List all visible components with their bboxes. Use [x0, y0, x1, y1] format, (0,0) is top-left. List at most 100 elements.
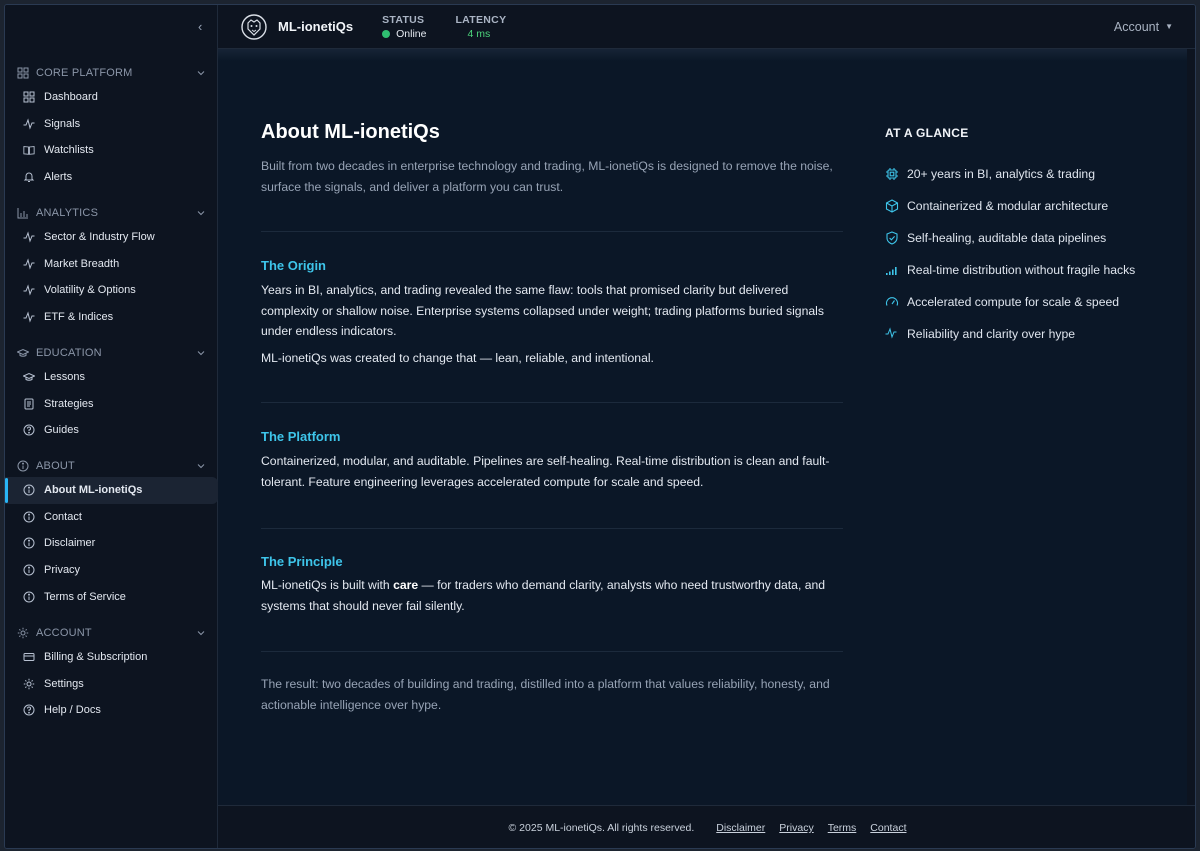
sidebar-item-signals[interactable]: Signals: [5, 111, 218, 138]
sidebar-item-disclaimer[interactable]: Disclaimer: [5, 530, 218, 557]
sidebar-item-label: Volatility & Options: [44, 284, 136, 297]
glance-item: Self-healing, auditable data pipelines: [885, 222, 1175, 254]
glance-item-label: Real-time distribution without fragile h…: [907, 263, 1136, 277]
result-text: The result: two decades of building and …: [261, 677, 830, 712]
speedometer-icon: [885, 295, 899, 309]
sidebar-item-sector-industry-flow[interactable]: Sector & Industry Flow: [5, 224, 218, 251]
sidebar-item-volatility-options[interactable]: Volatility & Options: [5, 277, 218, 304]
emphasis-care: care: [393, 578, 419, 592]
footer-link-disclaimer[interactable]: Disclaimer: [716, 822, 765, 834]
grid-icon: [23, 91, 35, 103]
sidebar-item-label: Dashboard: [44, 91, 98, 104]
pulse-icon: [23, 311, 35, 323]
page-title: About ML-ionetiQs: [261, 121, 440, 143]
sidebar-item-billing-subscription[interactable]: Billing & Subscription: [5, 644, 218, 671]
platform-title: The Platform: [261, 429, 341, 444]
sidebar-item-label: Sector & Industry Flow: [44, 231, 155, 244]
section-header-education[interactable]: EDUCATION: [5, 342, 218, 364]
nav-section-core-platform: CORE PLATFORM Dashboard Signals Watchlists A…: [5, 62, 218, 190]
sidebar-item-label: Disclaimer: [44, 537, 96, 550]
question-icon: [23, 704, 35, 716]
sidebar-item-guides[interactable]: Guides: [5, 417, 218, 444]
glance-title: AT A GLANCE: [885, 126, 969, 140]
sidebar-item-label: Alerts: [44, 171, 73, 184]
bar-chart-icon: [17, 207, 29, 219]
sidebar-item-label: Settings: [44, 677, 84, 690]
sidebar-item-watchlists[interactable]: Watchlists: [5, 137, 218, 164]
glance-item-label: Accelerated compute for scale & speed: [907, 295, 1120, 309]
sidebar-item-label: About ML-ionetiQs: [44, 484, 143, 497]
sidebar-item-contact[interactable]: Contact: [5, 504, 218, 531]
sidebar-item-market-breadth[interactable]: Market Breadth: [5, 251, 218, 278]
chevron-down-icon[interactable]: [196, 461, 206, 471]
sidebar-item-settings[interactable]: Settings: [5, 671, 218, 698]
glance-item-label: Self-healing, auditable data pipelines: [907, 231, 1107, 245]
sidebar-item-lessons[interactable]: Lessons: [5, 364, 218, 391]
divider: [261, 231, 843, 232]
card-icon: [23, 651, 35, 663]
section-title: EDUCATION: [36, 347, 102, 359]
sidebar-item-terms-of-service[interactable]: Terms of Service: [5, 583, 218, 610]
question-icon: [23, 424, 35, 436]
section-header-about[interactable]: ABOUT: [5, 455, 218, 477]
info-icon: [17, 460, 29, 472]
chevron-down-icon[interactable]: [196, 208, 206, 218]
latency-indicator: LATENCY 4 ms: [455, 14, 506, 40]
section-title: ACCOUNT: [36, 627, 92, 639]
copyright-text: © 2025 ML-ionetiQs. All rights reserved.: [508, 822, 695, 834]
section-title: ANALYTICS: [36, 207, 99, 219]
pulse-icon: [885, 327, 899, 341]
grid-icon: [17, 67, 29, 79]
footer-link-terms[interactable]: Terms: [828, 822, 857, 834]
account-menu-button[interactable]: Account ▼: [1114, 20, 1173, 34]
main-content: About ML-ionetiQs Built from two decades…: [218, 61, 1195, 805]
sidebar-item-label: Privacy: [44, 564, 81, 577]
nav-section-education: EDUCATION Lessons Strategies Guides: [5, 342, 218, 444]
origin-paragraph-2: ML-ionetiQs was created to change that —…: [261, 350, 654, 365]
section-header-core-platform[interactable]: CORE PLATFORM: [5, 62, 218, 84]
sidebar-item-label: Billing & Subscription: [44, 651, 148, 664]
sidebar-item-label: Signals: [44, 117, 81, 130]
section-title: ABOUT: [36, 460, 75, 472]
pulse-icon: [23, 258, 35, 270]
lion-logo-icon[interactable]: [241, 13, 267, 40]
sidebar-item-label: ETF & Indices: [44, 311, 114, 324]
glance-item: Real-time distribution without fragile h…: [885, 254, 1175, 286]
book-icon: [23, 144, 35, 156]
pulse-icon: [23, 284, 35, 297]
chevron-down-icon[interactable]: [196, 68, 206, 78]
footer-link-contact[interactable]: Contact: [870, 822, 906, 834]
sidebar-item-alerts[interactable]: Alerts: [5, 164, 218, 191]
sidebar-item-strategies[interactable]: Strategies: [5, 391, 218, 418]
status-indicator: STATUS Online: [382, 14, 426, 40]
sidebar-item-privacy[interactable]: Privacy: [5, 557, 218, 584]
info-icon: [23, 591, 35, 603]
chevron-down-icon[interactable]: [196, 628, 206, 638]
sidebar-item-etf-indices[interactable]: ETF & Indices: [5, 304, 218, 331]
footer: © 2025 ML-ionetiQs. All rights reserved.…: [218, 805, 1195, 848]
nav-section-account: ACCOUNT Billing & Subscription Settings Hel…: [5, 622, 218, 724]
glance-item-label: Containerized & modular architecture: [907, 199, 1109, 213]
footer-link-privacy[interactable]: Privacy: [779, 822, 813, 834]
brand-name[interactable]: ML-ionetiQs: [278, 19, 353, 34]
chevron-down-icon[interactable]: [196, 348, 206, 358]
pulse-icon: [23, 231, 35, 243]
principle-paragraph: ML-ionetiQs is built with care — for tra…: [261, 578, 826, 613]
collapse-sidebar-button[interactable]: ‹: [198, 19, 202, 34]
sidebar-item-label: Terms of Service: [44, 590, 126, 603]
origin-paragraph-1: Years in BI, analytics, and trading reve…: [261, 283, 824, 338]
sidebar-item-help-docs[interactable]: Help / Docs: [5, 697, 218, 724]
sidebar-item-about-ml-ionetiqs[interactable]: About ML-ionetiQs: [5, 477, 218, 504]
mortarboard-icon: [23, 371, 35, 383]
sidebar-item-label: Lessons: [44, 371, 85, 384]
glance-item-label: Reliability and clarity over hype: [907, 327, 1075, 341]
section-header-analytics[interactable]: ANALYTICS: [5, 202, 218, 224]
divider: [261, 651, 843, 652]
shield-icon: [885, 231, 899, 245]
status-value: Online: [396, 27, 427, 40]
sidebar-item-dashboard[interactable]: Dashboard: [5, 84, 218, 111]
app-window: ‹ CORE PLATFORM Dashboard Signals Watchlist…: [4, 4, 1196, 849]
section-header-account[interactable]: ACCOUNT: [5, 622, 218, 644]
scrollbar[interactable]: [1187, 49, 1195, 805]
divider: [261, 402, 843, 403]
